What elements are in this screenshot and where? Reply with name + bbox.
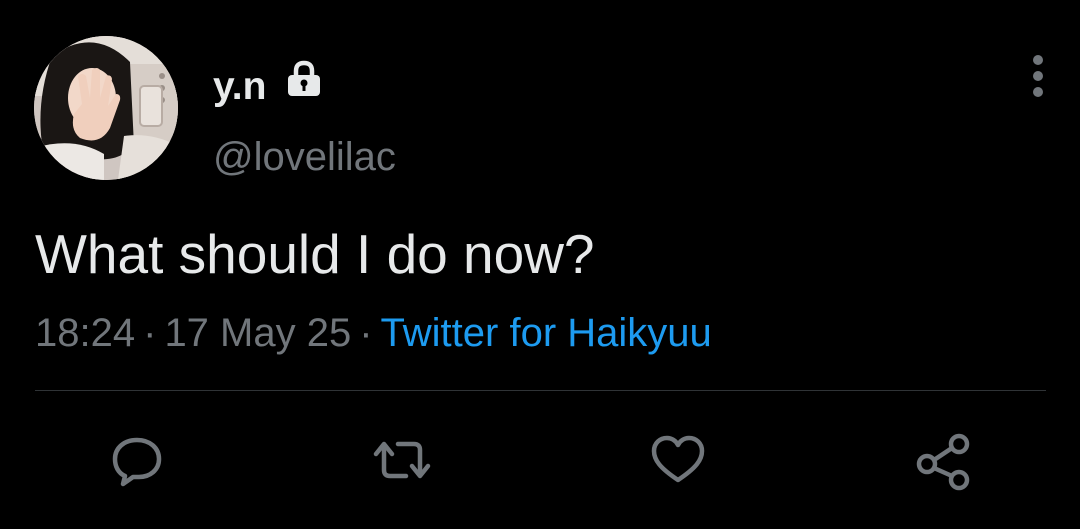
like-button[interactable] xyxy=(650,432,706,488)
reply-button[interactable] xyxy=(109,432,165,488)
tweet-time[interactable]: 18:24 xyxy=(35,311,135,355)
heart-icon xyxy=(651,435,705,483)
retweet-button[interactable] xyxy=(370,432,431,488)
retweet-icon xyxy=(373,441,431,479)
tweet-text: What should I do now? xyxy=(35,223,595,285)
tweet-meta: 18:24 · 17 May 25 · Twitter for Haikyuu xyxy=(35,308,712,358)
tweet-date[interactable]: 17 May 25 xyxy=(164,311,351,355)
avatar-photo xyxy=(34,36,178,180)
reply-icon xyxy=(112,437,162,487)
share-button[interactable] xyxy=(915,432,971,491)
lock-icon xyxy=(288,60,320,96)
display-name[interactable]: y.n xyxy=(213,64,266,110)
user-handle[interactable]: @lovelilac xyxy=(213,133,396,181)
meta-separator: · xyxy=(359,311,373,355)
more-vertical-icon[interactable] xyxy=(1020,52,1056,100)
tweet-source-link[interactable]: Twitter for Haikyuu xyxy=(381,311,712,355)
divider xyxy=(35,390,1046,391)
meta-separator: · xyxy=(143,311,157,355)
share-icon xyxy=(916,433,970,491)
avatar[interactable] xyxy=(34,36,178,180)
